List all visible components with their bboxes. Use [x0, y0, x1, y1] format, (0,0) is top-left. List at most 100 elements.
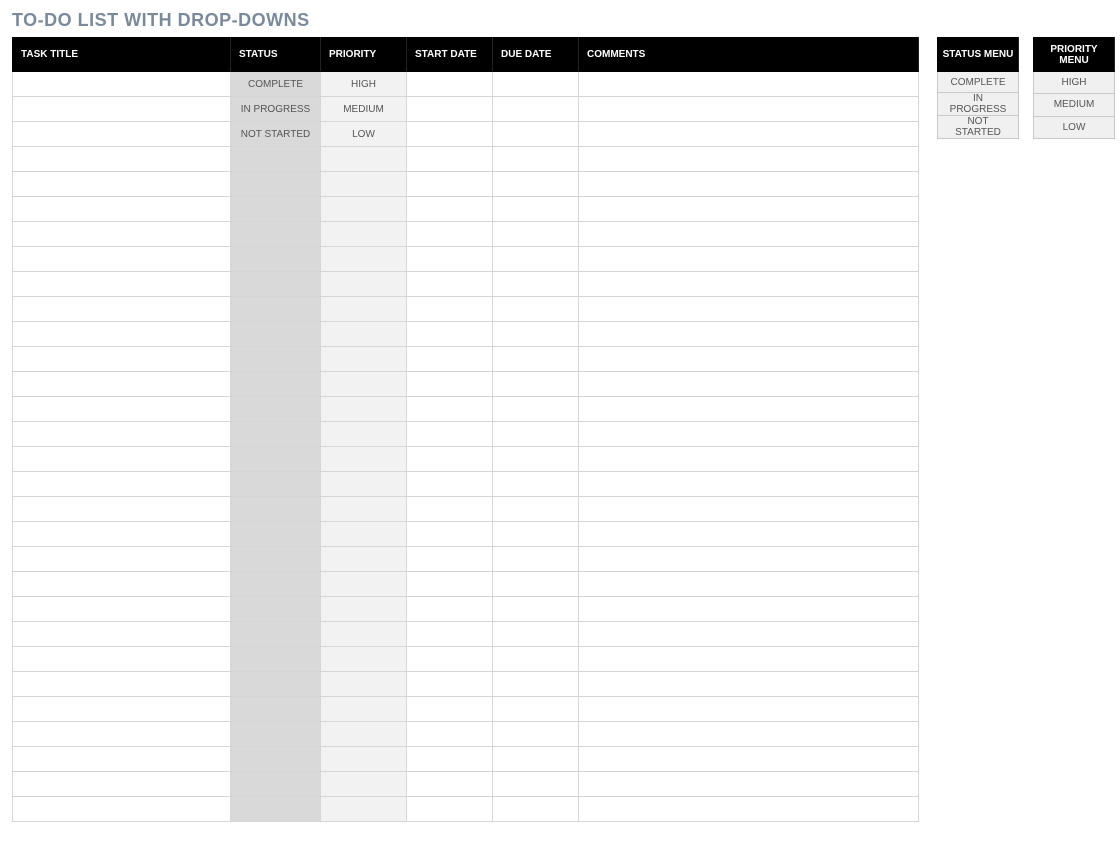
- start-date-cell[interactable]: [407, 497, 493, 522]
- task-title-cell[interactable]: [13, 472, 231, 497]
- priority-cell[interactable]: LOW: [321, 122, 407, 147]
- comments-cell[interactable]: [579, 797, 919, 822]
- due-date-cell[interactable]: [493, 322, 579, 347]
- due-date-cell[interactable]: [493, 97, 579, 122]
- status-cell[interactable]: [231, 597, 321, 622]
- priority-menu-item[interactable]: MEDIUM: [1034, 94, 1115, 116]
- priority-cell[interactable]: [321, 247, 407, 272]
- due-date-cell[interactable]: [493, 622, 579, 647]
- priority-cell[interactable]: [321, 347, 407, 372]
- priority-cell[interactable]: [321, 647, 407, 672]
- start-date-cell[interactable]: [407, 647, 493, 672]
- comments-cell[interactable]: [579, 572, 919, 597]
- start-date-cell[interactable]: [407, 97, 493, 122]
- start-date-cell[interactable]: [407, 297, 493, 322]
- comments-cell[interactable]: [579, 197, 919, 222]
- priority-cell[interactable]: HIGH: [321, 72, 407, 97]
- priority-cell[interactable]: [321, 672, 407, 697]
- start-date-cell[interactable]: [407, 222, 493, 247]
- priority-cell[interactable]: [321, 497, 407, 522]
- priority-cell[interactable]: [321, 597, 407, 622]
- task-title-cell[interactable]: [13, 797, 231, 822]
- task-title-cell[interactable]: [13, 222, 231, 247]
- comments-cell[interactable]: [579, 397, 919, 422]
- start-date-cell[interactable]: [407, 697, 493, 722]
- status-cell[interactable]: [231, 697, 321, 722]
- status-cell[interactable]: [231, 372, 321, 397]
- task-title-cell[interactable]: [13, 322, 231, 347]
- status-cell[interactable]: [231, 547, 321, 572]
- comments-cell[interactable]: [579, 497, 919, 522]
- due-date-cell[interactable]: [493, 547, 579, 572]
- due-date-cell[interactable]: [493, 172, 579, 197]
- start-date-cell[interactable]: [407, 347, 493, 372]
- task-title-cell[interactable]: [13, 497, 231, 522]
- status-cell[interactable]: [231, 447, 321, 472]
- comments-cell[interactable]: [579, 322, 919, 347]
- due-date-cell[interactable]: [493, 147, 579, 172]
- due-date-cell[interactable]: [493, 347, 579, 372]
- task-title-cell[interactable]: [13, 747, 231, 772]
- comments-cell[interactable]: [579, 247, 919, 272]
- task-title-cell[interactable]: [13, 147, 231, 172]
- priority-cell[interactable]: [321, 397, 407, 422]
- priority-cell[interactable]: [321, 797, 407, 822]
- status-cell[interactable]: [231, 797, 321, 822]
- start-date-cell[interactable]: [407, 247, 493, 272]
- due-date-cell[interactable]: [493, 297, 579, 322]
- priority-cell[interactable]: [321, 772, 407, 797]
- status-cell[interactable]: [231, 522, 321, 547]
- task-title-cell[interactable]: [13, 647, 231, 672]
- status-cell[interactable]: [231, 672, 321, 697]
- task-title-cell[interactable]: [13, 347, 231, 372]
- status-cell[interactable]: [231, 472, 321, 497]
- task-title-cell[interactable]: [13, 72, 231, 97]
- priority-cell[interactable]: [321, 697, 407, 722]
- start-date-cell[interactable]: [407, 147, 493, 172]
- status-cell[interactable]: [231, 722, 321, 747]
- due-date-cell[interactable]: [493, 272, 579, 297]
- start-date-cell[interactable]: [407, 122, 493, 147]
- comments-cell[interactable]: [579, 522, 919, 547]
- priority-cell[interactable]: [321, 472, 407, 497]
- comments-cell[interactable]: [579, 272, 919, 297]
- due-date-cell[interactable]: [493, 447, 579, 472]
- task-title-cell[interactable]: [13, 97, 231, 122]
- comments-cell[interactable]: [579, 122, 919, 147]
- start-date-cell[interactable]: [407, 547, 493, 572]
- status-cell[interactable]: [231, 172, 321, 197]
- status-cell[interactable]: [231, 747, 321, 772]
- due-date-cell[interactable]: [493, 397, 579, 422]
- comments-cell[interactable]: [579, 372, 919, 397]
- due-date-cell[interactable]: [493, 647, 579, 672]
- comments-cell[interactable]: [579, 697, 919, 722]
- priority-cell[interactable]: [321, 222, 407, 247]
- task-title-cell[interactable]: [13, 697, 231, 722]
- priority-cell[interactable]: [321, 322, 407, 347]
- comments-cell[interactable]: [579, 222, 919, 247]
- comments-cell[interactable]: [579, 597, 919, 622]
- priority-menu-item[interactable]: LOW: [1034, 116, 1115, 138]
- task-title-cell[interactable]: [13, 122, 231, 147]
- status-cell[interactable]: IN PROGRESS: [231, 97, 321, 122]
- task-title-cell[interactable]: [13, 622, 231, 647]
- status-cell[interactable]: COMPLETE: [231, 72, 321, 97]
- comments-cell[interactable]: [579, 747, 919, 772]
- task-title-cell[interactable]: [13, 272, 231, 297]
- due-date-cell[interactable]: [493, 422, 579, 447]
- due-date-cell[interactable]: [493, 122, 579, 147]
- priority-cell[interactable]: [321, 272, 407, 297]
- task-title-cell[interactable]: [13, 522, 231, 547]
- start-date-cell[interactable]: [407, 447, 493, 472]
- priority-cell[interactable]: [321, 622, 407, 647]
- status-cell[interactable]: NOT STARTED: [231, 122, 321, 147]
- start-date-cell[interactable]: [407, 322, 493, 347]
- status-cell[interactable]: [231, 322, 321, 347]
- status-cell[interactable]: [231, 297, 321, 322]
- priority-cell[interactable]: [321, 197, 407, 222]
- priority-cell[interactable]: [321, 747, 407, 772]
- comments-cell[interactable]: [579, 72, 919, 97]
- due-date-cell[interactable]: [493, 672, 579, 697]
- due-date-cell[interactable]: [493, 772, 579, 797]
- start-date-cell[interactable]: [407, 597, 493, 622]
